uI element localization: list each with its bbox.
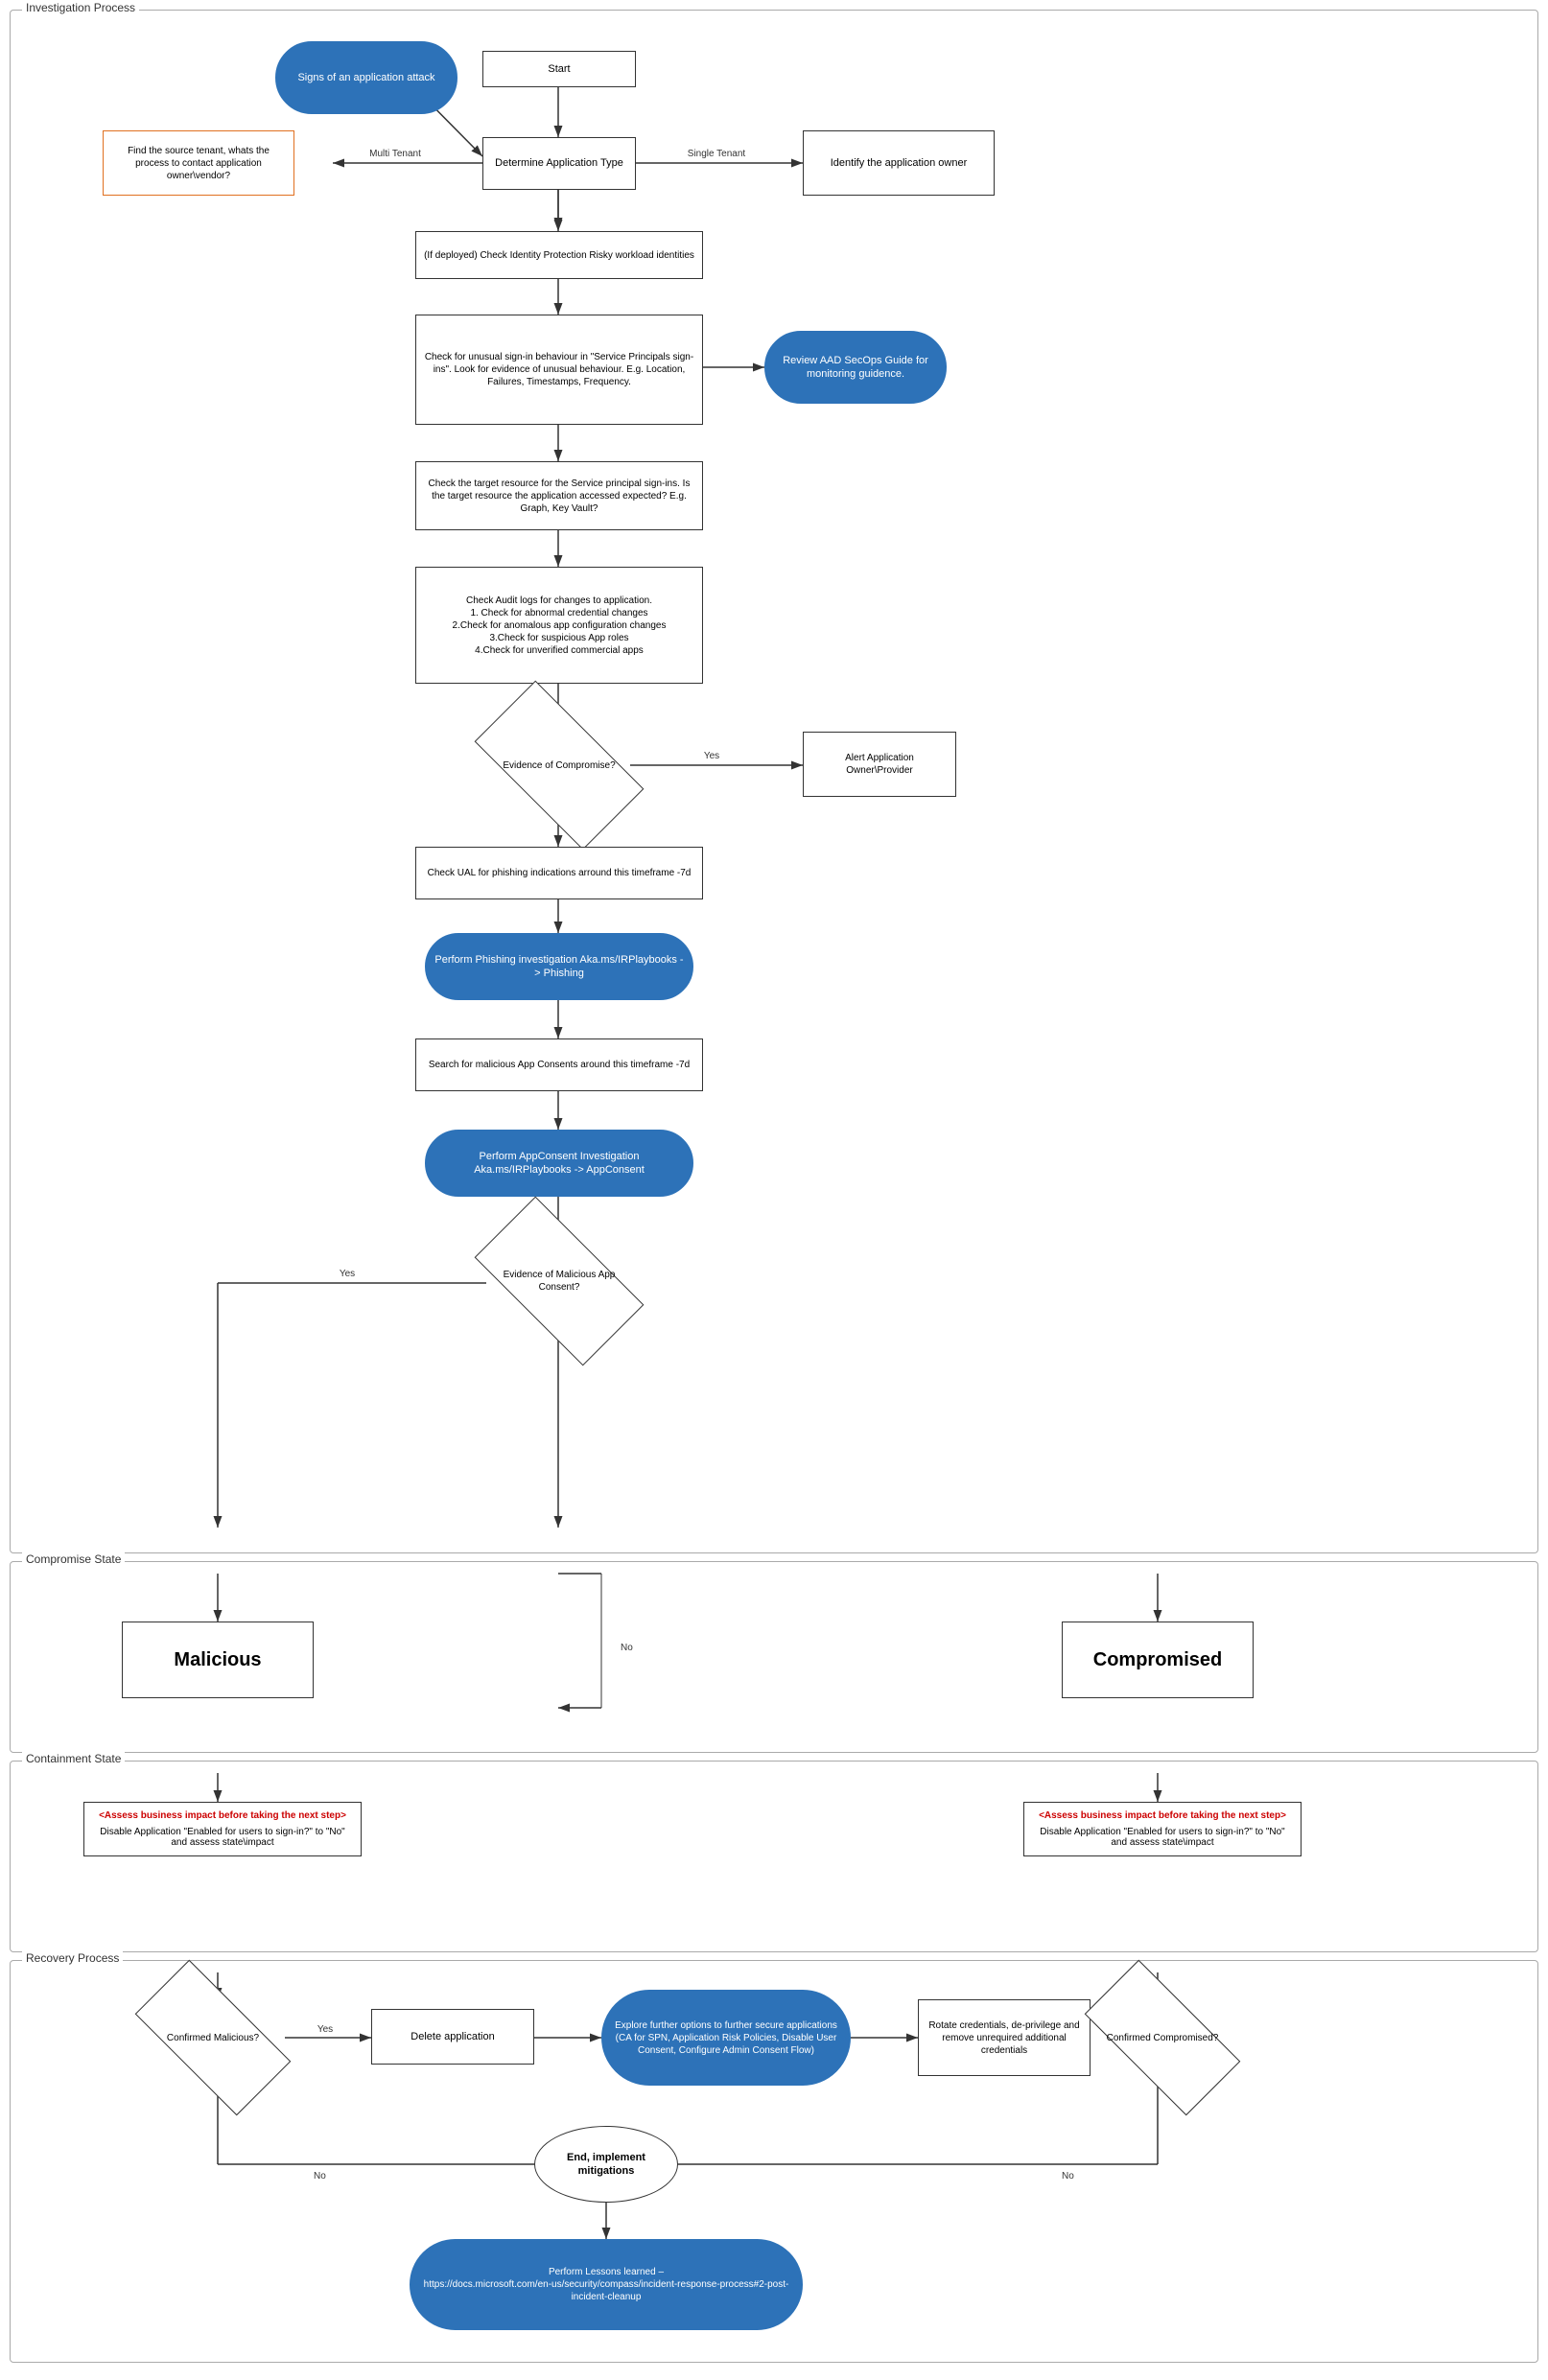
compromise-section: Compromise State No — [10, 1561, 1538, 1753]
recovery-label: Recovery Process — [22, 1951, 123, 1965]
svg-text:Yes: Yes — [340, 1269, 355, 1279]
investigation-flowchart: Multi Tenant Single Tenant Yes — [26, 22, 1522, 1537]
assess-business-1: <Assess business impact before taking th… — [92, 1810, 353, 1821]
rotate-credentials-box: Rotate credentials, de-privilege and rem… — [918, 1999, 1091, 2076]
svg-text:No: No — [314, 2171, 326, 2182]
check-ual-box: Check UAL for phishing indications arrou… — [415, 847, 703, 899]
recovery-flowchart: Yes Yes No No — [26, 1972, 1522, 2346]
review-aad-box: Review AAD SecOps Guide for monitoring g… — [764, 331, 947, 404]
malicious-box: Malicious — [122, 1622, 314, 1698]
investigation-label: Investigation Process — [22, 1, 139, 14]
identify-owner-box: Identify the application owner — [803, 130, 995, 196]
svg-text:Multi Tenant: Multi Tenant — [369, 149, 421, 159]
svg-text:No: No — [621, 1643, 633, 1653]
check-signin-box: Check for unusual sign-in behaviour in "… — [415, 315, 703, 425]
disable-app-2: Disable Application "Enabled for users t… — [1032, 1827, 1293, 1848]
alert-owner-box: Alert Application Owner\Provider — [803, 732, 956, 797]
signs-box: Signs of an application attack — [275, 41, 457, 114]
perform-lessons-box: Perform Lessons learned – https://docs.m… — [410, 2239, 803, 2330]
end-box: End, implement mitigations — [534, 2126, 678, 2203]
arrows-svg: Multi Tenant Single Tenant Yes — [26, 22, 1522, 1537]
investigation-section: Investigation Process Multi Tenant — [10, 10, 1538, 1553]
disable-app-1: Disable Application "Enabled for users t… — [92, 1827, 353, 1848]
confirmed-compromised-diamond: Confirmed Compromised? — [1091, 1999, 1234, 2076]
svg-text:Single Tenant: Single Tenant — [688, 149, 746, 159]
evidence-compromise-diamond: Evidence of Compromise? — [482, 722, 636, 808]
check-audit-box: Check Audit logs for changes to applicat… — [415, 567, 703, 684]
check-identity-box: (If deployed) Check Identity Protection … — [415, 231, 703, 279]
explore-further-box: Explore further options to further secur… — [601, 1990, 851, 2086]
outer-wrapper: Investigation Process Multi Tenant — [0, 0, 1548, 2380]
containment-flowchart: <Assess business impact before taking th… — [26, 1773, 1522, 1936]
compromise-label: Compromise State — [22, 1552, 125, 1566]
recovery-section: Recovery Process Yes — [10, 1960, 1538, 2363]
compromise-flowchart: No Malicious Compromised — [26, 1574, 1522, 1737]
confirmed-malicious-diamond: Confirmed Malicious? — [141, 1999, 285, 2076]
svg-text:Yes: Yes — [704, 751, 719, 761]
determine-box: Determine Application Type — [482, 137, 636, 190]
perform-phishing-box: Perform Phishing investigation Aka.ms/IR… — [425, 933, 693, 1000]
start-box: Start — [482, 51, 636, 87]
containment-left: <Assess business impact before taking th… — [83, 1802, 362, 1856]
svg-text:Yes: Yes — [317, 2024, 333, 2035]
delete-app-box: Delete application — [371, 2009, 534, 2065]
find-source-box: Find the source tenant, whats the proces… — [103, 130, 294, 196]
search-consents-box: Search for malicious App Consents around… — [415, 1038, 703, 1091]
containment-section: Containment State <Assess business impac… — [10, 1761, 1538, 1952]
evidence-malicious-diamond: Evidence of Malicious App Consent? — [482, 1238, 636, 1324]
containment-right: <Assess business impact before taking th… — [1023, 1802, 1302, 1856]
svg-text:No: No — [1062, 2171, 1074, 2182]
check-target-box: Check the target resource for the Servic… — [415, 461, 703, 530]
assess-business-2: <Assess business impact before taking th… — [1032, 1810, 1293, 1821]
containment-label: Containment State — [22, 1752, 125, 1765]
compromised-box: Compromised — [1062, 1622, 1254, 1698]
perform-appconsent-box: Perform AppConsent Investigation Aka.ms/… — [425, 1130, 693, 1197]
